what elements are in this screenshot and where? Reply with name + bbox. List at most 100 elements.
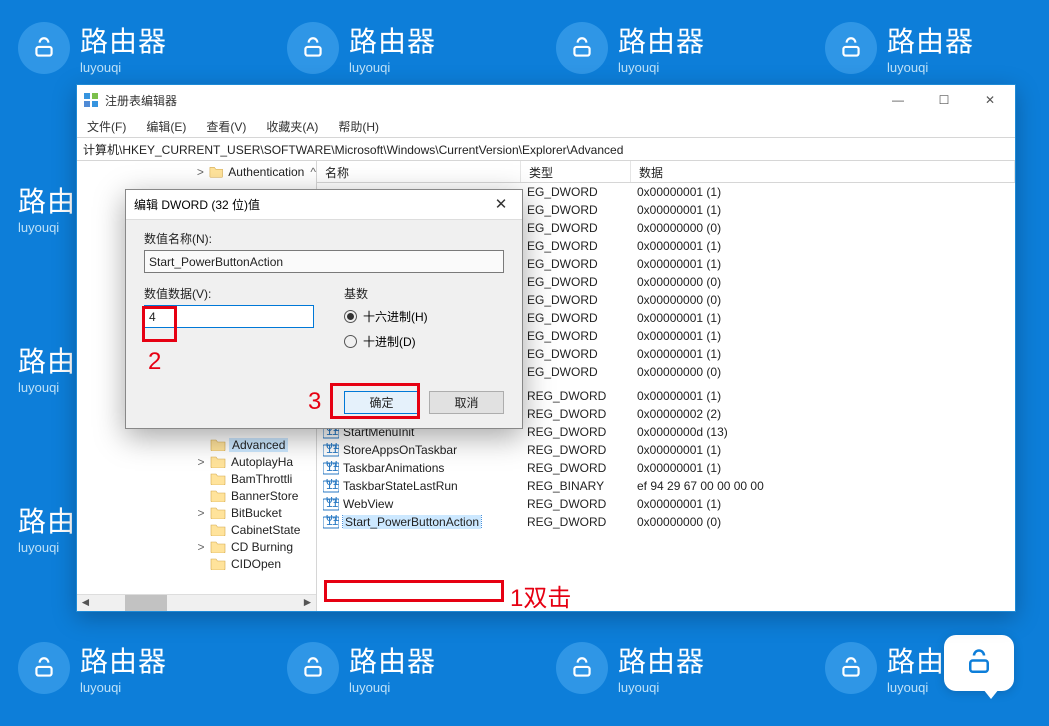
list-header[interactable]: 名称 类型 数据	[317, 161, 1015, 183]
cancel-button[interactable]: 取消	[429, 391, 504, 414]
tree-item[interactable]: CabinetState	[81, 521, 316, 538]
dialog-close-button[interactable]: ✕	[488, 192, 514, 218]
dword-icon: 110011	[323, 443, 339, 457]
tree-item[interactable]: Advanced	[81, 436, 316, 453]
tree-item-label: AutoplayHa	[229, 455, 295, 469]
radix-hex-option[interactable]: 十六进制(H)	[344, 308, 428, 325]
value-type-cell: REG_DWORD	[521, 461, 631, 475]
registry-value-row[interactable]: 110011Start_PowerButtonActionREG_DWORD0x…	[317, 513, 1015, 531]
maximize-button[interactable]: ☐	[921, 85, 967, 115]
tree-twisty-icon[interactable]: >	[195, 506, 207, 520]
radio-icon	[344, 310, 357, 323]
ok-button[interactable]: 确定	[344, 391, 419, 414]
value-data-cell: 0x00000001 (1)	[631, 257, 1015, 271]
folder-icon	[210, 472, 226, 485]
value-data-cell: 0x00000001 (1)	[631, 389, 1015, 403]
folder-icon	[210, 455, 226, 468]
col-header-name[interactable]: 名称	[317, 161, 521, 182]
value-data-cell: 0x00000002 (2)	[631, 407, 1015, 421]
tree-item[interactable]: BannerStore	[81, 487, 316, 504]
dword-icon: 110011	[323, 479, 339, 493]
tree-item-label: BamThrottli	[229, 472, 294, 486]
value-data-field[interactable]	[144, 305, 314, 328]
value-type-cell: REG_DWORD	[521, 407, 631, 421]
svg-text:011: 011	[326, 443, 339, 452]
tree-item[interactable]: BamThrottli	[81, 470, 316, 487]
titlebar[interactable]: 注册表编辑器 — ☐ ✕	[77, 85, 1015, 115]
radix-dec-label: 十进制(D)	[363, 333, 416, 350]
radix-dec-option[interactable]: 十进制(D)	[344, 333, 428, 350]
annotation-label-3: 3	[308, 388, 321, 416]
tree-horizontal-scrollbar[interactable]: ◄►	[77, 594, 316, 611]
value-data-cell: 0x00000000 (0)	[631, 293, 1015, 307]
tree-item[interactable]: > AutoplayHa	[81, 453, 316, 470]
value-type-cell: EG_DWORD	[521, 239, 631, 253]
address-bar[interactable]: 计算机\HKEY_CURRENT_USER\SOFTWARE\Microsoft…	[77, 137, 1015, 161]
watermark-sub: luyouqi	[80, 60, 167, 75]
value-data-cell: 0x00000000 (0)	[631, 221, 1015, 235]
tree-twisty-icon[interactable]: >	[195, 540, 207, 554]
svg-text:011: 011	[326, 515, 339, 524]
menu-help[interactable]: 帮助(H)	[334, 116, 383, 137]
value-type-cell: EG_DWORD	[521, 257, 631, 271]
value-type-cell: EG_DWORD	[521, 185, 631, 199]
col-header-type[interactable]: 类型	[521, 161, 631, 182]
value-data-cell: 0x00000001 (1)	[631, 461, 1015, 475]
registry-value-row[interactable]: 110011TaskbarAnimationsREG_DWORD0x000000…	[317, 459, 1015, 477]
dialog-title: 编辑 DWORD (32 位)值	[134, 196, 260, 213]
tree-twisty-icon[interactable]: >	[195, 165, 206, 179]
router-icon	[18, 22, 70, 74]
value-data-label: 数值数据(V):	[144, 287, 211, 301]
annotation-label-1: 1双击	[510, 578, 571, 613]
tree-item-label: Authentication	[226, 165, 306, 179]
value-data-cell: 0x0000000d (13)	[631, 425, 1015, 439]
folder-icon	[210, 506, 226, 519]
dialog-titlebar[interactable]: 编辑 DWORD (32 位)值 ✕	[126, 190, 522, 220]
value-data-cell: 0x00000001 (1)	[631, 443, 1015, 457]
value-data-cell: 0x00000000 (0)	[631, 515, 1015, 529]
menubar: 文件(F) 编辑(E) 查看(V) 收藏夹(A) 帮助(H)	[77, 115, 1015, 137]
registry-value-row[interactable]: 110011WebViewREG_DWORD0x00000001 (1)	[317, 495, 1015, 513]
menu-file[interactable]: 文件(F)	[83, 116, 130, 137]
value-name-cell: 110011TaskbarAnimations	[317, 461, 521, 475]
folder-icon	[209, 165, 223, 178]
folder-icon	[210, 489, 226, 502]
registry-value-row[interactable]: 110011StoreAppsOnTaskbarREG_DWORD0x00000…	[317, 441, 1015, 459]
regedit-app-icon	[83, 92, 99, 108]
value-type-cell: EG_DWORD	[521, 221, 631, 235]
radio-icon	[344, 335, 357, 348]
tree-item-label: BannerStore	[229, 489, 300, 503]
value-data-cell: 0x00000001 (1)	[631, 311, 1015, 325]
folder-icon	[210, 438, 226, 451]
value-type-cell: EG_DWORD	[521, 365, 631, 379]
menu-view[interactable]: 查看(V)	[202, 116, 250, 137]
value-name-cell: 110011Start_PowerButtonAction	[317, 515, 521, 529]
tree-item-label: CabinetState	[229, 523, 302, 537]
close-button[interactable]: ✕	[967, 85, 1013, 115]
value-name-cell: 110011WebView	[317, 497, 521, 511]
value-data-cell: ef 94 29 67 00 00 00 00	[631, 479, 1015, 493]
tree-item[interactable]: CIDOpen	[81, 555, 316, 572]
tree-item[interactable]: >Authentication ^	[81, 163, 316, 180]
col-header-data[interactable]: 数据	[631, 161, 1015, 182]
tree-twisty-icon[interactable]: >	[195, 455, 207, 469]
menu-edit[interactable]: 编辑(E)	[142, 116, 190, 137]
value-type-cell: EG_DWORD	[521, 329, 631, 343]
value-type-cell: REG_BINARY	[521, 479, 631, 493]
watermark-name: 路由器	[80, 20, 167, 60]
menu-favorites[interactable]: 收藏夹(A)	[262, 116, 322, 137]
tree-item[interactable]: >BitBucket	[81, 504, 316, 521]
svg-text:011: 011	[326, 479, 339, 488]
value-type-cell: EG_DWORD	[521, 311, 631, 325]
tree-item-label: CIDOpen	[229, 557, 283, 571]
value-type-cell: REG_DWORD	[521, 389, 631, 403]
minimize-button[interactable]: —	[875, 85, 921, 115]
tree-item[interactable]: >CD Burning	[81, 538, 316, 555]
value-data-cell: 0x00000000 (0)	[631, 365, 1015, 379]
value-name-field[interactable]	[144, 250, 504, 273]
registry-value-row[interactable]: 110011TaskbarStateLastRunREG_BINARYef 94…	[317, 477, 1015, 495]
annotation-label-2: 2	[148, 348, 161, 376]
value-type-cell: REG_DWORD	[521, 443, 631, 457]
value-type-cell: EG_DWORD	[521, 347, 631, 361]
value-data-cell: 0x00000001 (1)	[631, 497, 1015, 511]
